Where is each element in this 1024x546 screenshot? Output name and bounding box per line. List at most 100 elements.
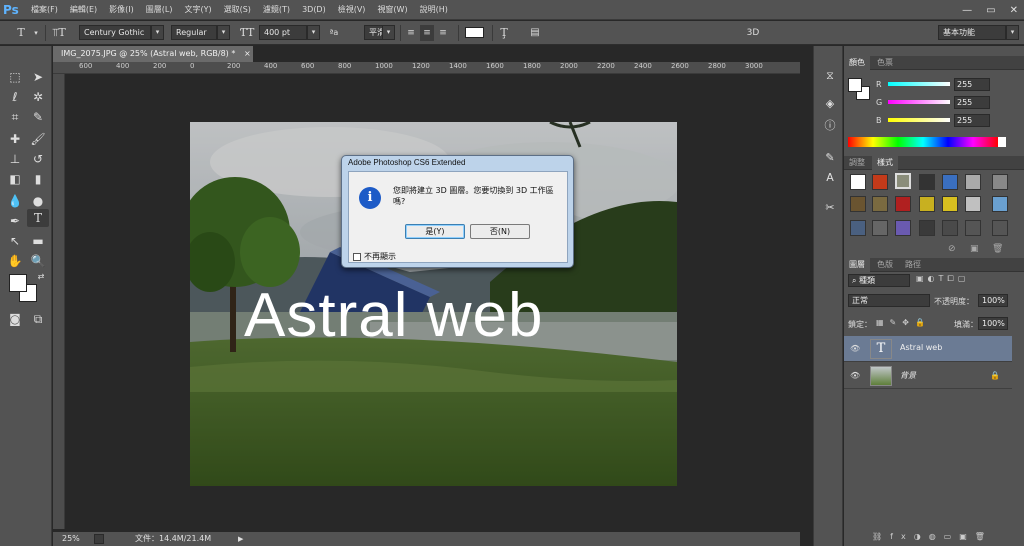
hand-tool-icon[interactable]: ✋ (4, 252, 26, 270)
menu-file[interactable]: 檔案(F) (25, 0, 64, 20)
foreground-color-swatch[interactable] (9, 274, 27, 292)
green-value[interactable]: 255 (954, 96, 990, 109)
menu-3d[interactable]: 3D(D) (296, 0, 332, 20)
chevron-down-icon[interactable]: ▾ (307, 25, 320, 40)
workspace-select[interactable]: 基本功能 (938, 25, 1006, 40)
play-icon[interactable]: ▶ (238, 532, 243, 546)
new-style-icon[interactable]: ▣ (970, 244, 979, 254)
tab-styles[interactable]: 樣式 (872, 156, 898, 170)
lasso-tool-icon[interactable]: ℓ (4, 88, 26, 106)
style-swatch[interactable] (992, 196, 1008, 212)
blur-tool-icon[interactable]: 💧 (4, 192, 26, 210)
menu-select[interactable]: 選取(S) (218, 0, 257, 20)
visibility-eye-icon[interactable]: 👁 (850, 344, 860, 353)
chevron-down-icon[interactable]: ▾ (151, 25, 164, 40)
brush-panel-icon[interactable]: ✎ (822, 150, 838, 166)
red-value[interactable]: 255 (954, 78, 990, 91)
style-swatch[interactable] (919, 196, 935, 212)
chevron-down-icon[interactable]: ▾ (32, 25, 40, 41)
white-ramp[interactable] (998, 137, 1006, 147)
tab-paths[interactable]: 路徑 (900, 258, 926, 272)
blue-value[interactable]: 255 (954, 114, 990, 127)
font-style-select[interactable]: Regular (171, 25, 217, 40)
marquee-tool-icon[interactable]: ⬚ (4, 68, 26, 86)
status-icon[interactable] (94, 534, 104, 544)
font-family-select[interactable]: Century Gothic (79, 25, 151, 40)
tab-swatches[interactable]: 色票 (872, 56, 898, 70)
lock-icons[interactable]: ▦✎✥🔒 (876, 318, 931, 327)
menu-layer[interactable]: 圖層(L) (140, 0, 179, 20)
layer-row[interactable]: 👁 背景 🔒 (844, 363, 1012, 389)
zoom-level[interactable]: 25% (62, 532, 80, 546)
layer-filter-icons[interactable]: ▣◐T⧠▢ (916, 274, 969, 284)
menu-type[interactable]: 文字(Y) (178, 0, 217, 20)
chevron-down-icon[interactable]: ▾ (382, 25, 395, 40)
character-panel-icon[interactable]: A (822, 170, 838, 186)
menu-view[interactable]: 檢視(V) (332, 0, 372, 20)
close-button[interactable]: ✕ (1010, 5, 1018, 16)
type-tool-icon[interactable]: T (27, 209, 49, 227)
menu-image[interactable]: 影像(I) (103, 0, 140, 20)
crop-tool-icon[interactable]: ⌗ (4, 108, 26, 126)
style-swatch[interactable] (895, 196, 911, 212)
type-tool-preset-icon[interactable]: T (12, 25, 30, 41)
pen-tool-icon[interactable]: ✒ (4, 212, 26, 230)
no-style-icon[interactable]: ⊘ (948, 244, 956, 254)
dont-show-again-checkbox[interactable] (353, 252, 361, 261)
3d-panel-icon[interactable]: ◈ (822, 96, 838, 112)
tab-color[interactable]: 顏色 (844, 56, 870, 70)
menu-filter[interactable]: 濾鏡(T) (257, 0, 296, 20)
eraser-icon[interactable]: ◧ (4, 170, 26, 188)
no-button[interactable]: 否(N) (470, 224, 530, 239)
style-swatch[interactable] (850, 174, 866, 190)
style-swatch[interactable] (965, 220, 981, 236)
layers-footer-icons[interactable]: ⛓fx◑◍▭▣🗑 (872, 532, 993, 541)
color-fg-swatch[interactable] (848, 78, 862, 92)
swap-colors-icon[interactable]: ⇄ (30, 268, 52, 286)
restore-button[interactable]: ▭ (986, 5, 995, 16)
move-tool-icon[interactable]: ➤ (27, 68, 49, 86)
history-panel-icon[interactable]: ⧖ (822, 68, 838, 84)
style-swatch[interactable] (942, 174, 958, 190)
gradient-tool-icon[interactable]: ▮ (27, 170, 49, 188)
style-swatch[interactable] (965, 174, 981, 190)
text-color-swatch[interactable] (465, 27, 484, 38)
style-swatch[interactable] (942, 220, 958, 236)
style-swatch[interactable] (992, 220, 1008, 236)
quick-mask-icon[interactable]: ◙ (4, 310, 26, 328)
style-swatch[interactable] (895, 173, 911, 189)
history-brush-icon[interactable]: ↺ (27, 150, 49, 168)
clone-stamp-icon[interactable]: ⊥ (4, 150, 26, 168)
tab-channels[interactable]: 色版 (872, 258, 898, 272)
style-swatch[interactable] (850, 220, 866, 236)
info-panel-icon[interactable]: ⓘ (822, 118, 838, 134)
close-tab-icon[interactable]: × (244, 46, 253, 62)
font-size-field[interactable]: 400 pt (259, 25, 307, 40)
character-panel-icon[interactable]: ▤ (527, 25, 543, 41)
red-slider[interactable] (888, 82, 950, 86)
healing-brush-icon[interactable]: ✚ (4, 130, 26, 148)
style-swatch[interactable] (919, 174, 935, 190)
blend-mode-select[interactable]: 正常 (848, 294, 930, 307)
chevron-down-icon[interactable]: ▾ (1006, 25, 1019, 40)
align-left-icon[interactable]: ≡ (404, 25, 418, 41)
style-swatch[interactable] (965, 196, 981, 212)
chevron-down-icon[interactable]: ▾ (217, 25, 230, 40)
magic-wand-icon[interactable]: ✲ (27, 88, 49, 106)
style-swatch[interactable] (872, 220, 888, 236)
brush-tool-icon[interactable]: 🖌 (27, 130, 49, 148)
3d-mode-button[interactable]: 3D (743, 25, 763, 41)
document-tab[interactable]: IMG_2075.JPG @ 25% (Astral web, RGB/8) * (53, 46, 253, 62)
trash-icon[interactable]: 🗑 (992, 244, 1003, 254)
layer-kind-filter[interactable]: ⌕ 種類 (848, 274, 910, 287)
menu-window[interactable]: 視窗(W) (371, 0, 413, 20)
style-swatch[interactable] (895, 220, 911, 236)
style-swatch[interactable] (850, 196, 866, 212)
eyedropper-icon[interactable]: ✎ (27, 108, 49, 126)
blue-slider[interactable] (888, 118, 950, 122)
rectangle-tool-icon[interactable]: ▬ (27, 232, 49, 250)
style-swatch[interactable] (919, 220, 935, 236)
path-selection-icon[interactable]: ↖ (4, 232, 26, 250)
style-swatch[interactable] (942, 196, 958, 212)
screen-mode-icon[interactable]: ⧉ (27, 310, 49, 328)
